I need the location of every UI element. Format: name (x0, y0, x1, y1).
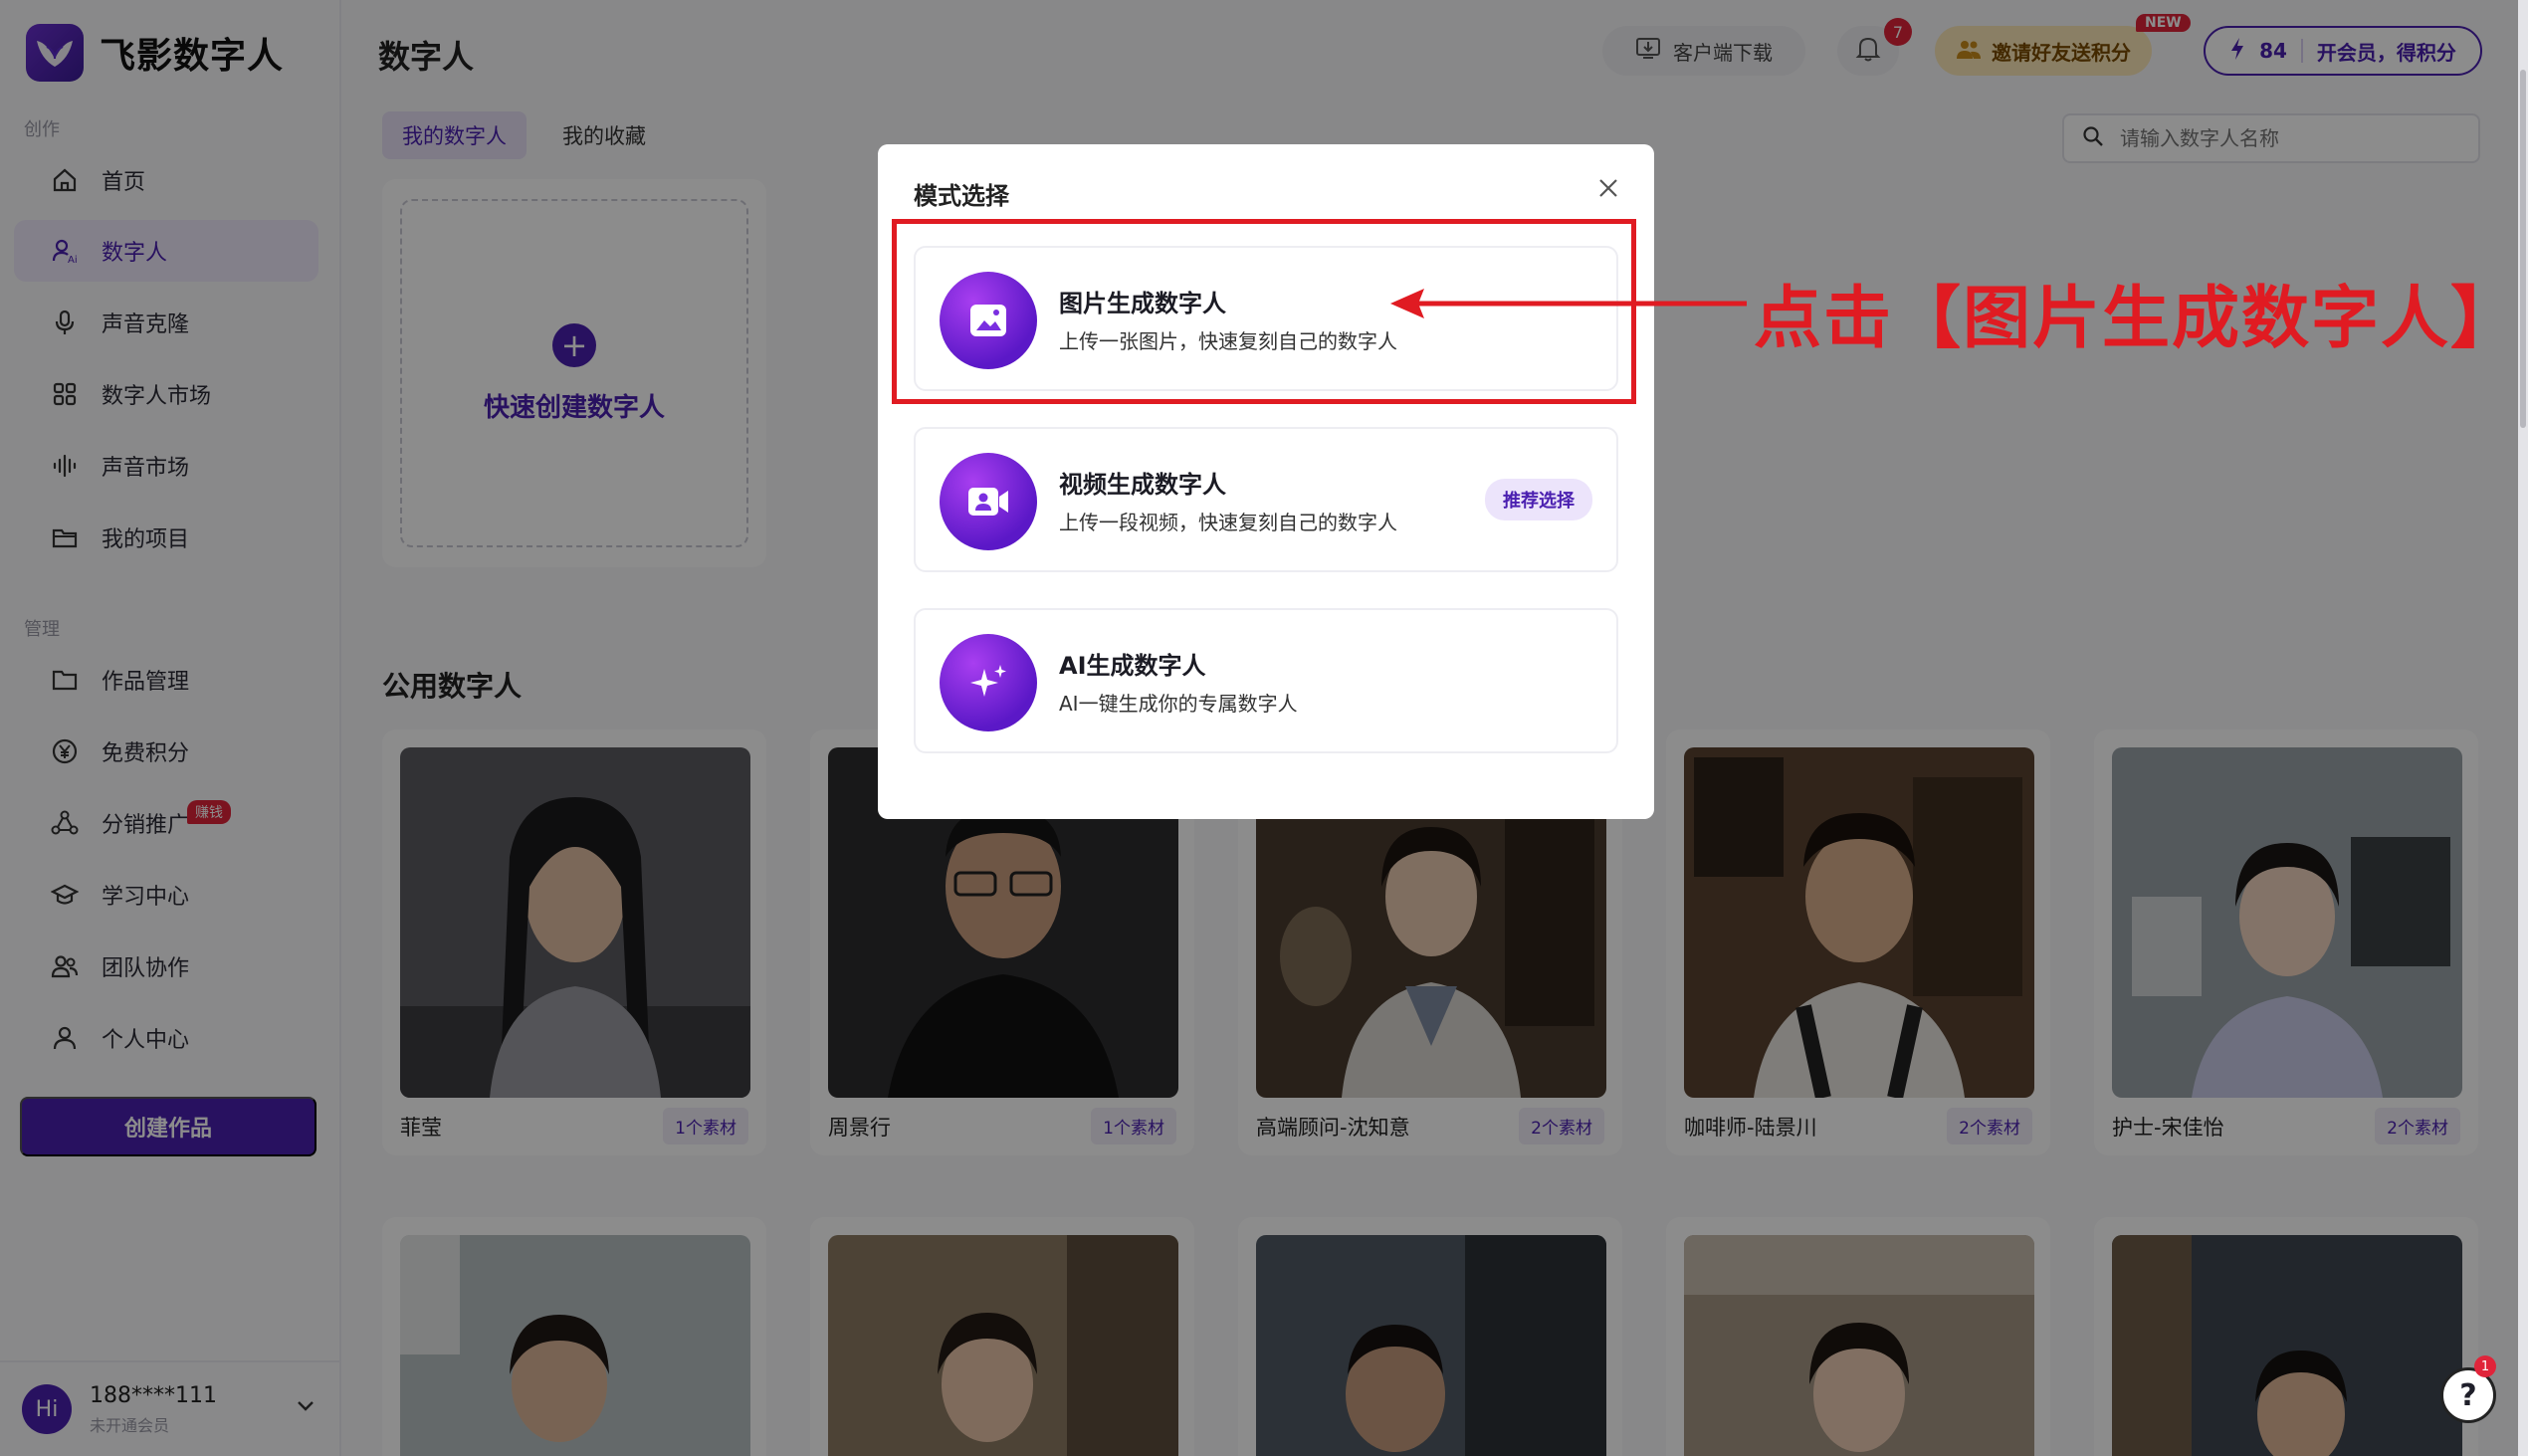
option-desc: AI一键生成你的专属数字人 (1059, 692, 1298, 716)
scrollbar-thumb[interactable] (2520, 70, 2526, 428)
option-title: 视频生成数字人 (1059, 471, 1226, 499)
video-icon (940, 453, 1037, 550)
annotation-text: 点击【图片生成数字人】 (1754, 280, 2521, 358)
recommended-badge: 推荐选择 (1485, 479, 1592, 520)
app-root: 飞影数字人 创作 首页 Ai 数字人 声音克隆 数字人市场 声音市场 我的项目 … (0, 0, 2528, 1456)
option-title: AI生成数字人 (1059, 652, 1206, 680)
help-badge: 1 (2474, 1355, 2496, 1377)
option-ai-human[interactable]: AI生成数字人 AI一键生成你的专属数字人 (914, 608, 1618, 753)
scrollbar[interactable] (2518, 0, 2528, 1456)
modal-title: 模式选择 (914, 182, 1009, 210)
close-icon[interactable] (1590, 170, 1626, 206)
option-video-to-human[interactable]: 视频生成数字人 上传一段视频，快速复刻自己的数字人 推荐选择 (914, 427, 1618, 572)
question-icon: ? (2459, 1377, 2477, 1413)
option-desc: 上传一段视频，快速复刻自己的数字人 (1059, 511, 1397, 534)
annotation-arrow-icon (1390, 289, 1747, 318)
sparkle-icon (940, 634, 1037, 731)
